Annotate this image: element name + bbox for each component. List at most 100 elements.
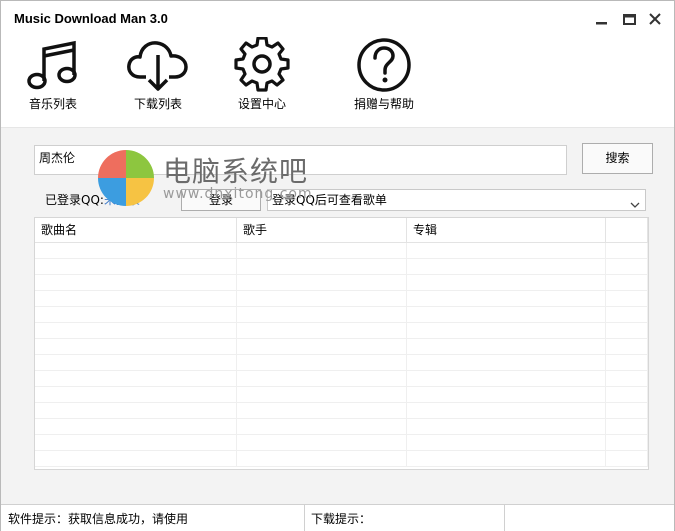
table-cell	[237, 291, 407, 306]
toolbar-download-list[interactable]: 下载列表	[124, 37, 192, 112]
table-cell	[35, 355, 237, 370]
gear-icon	[234, 37, 290, 92]
table-cell	[407, 387, 606, 402]
table-cell	[35, 419, 237, 434]
table-cell	[407, 451, 606, 466]
column-header-song[interactable]: 歌曲名	[35, 218, 237, 242]
table-row	[35, 307, 648, 323]
song-table: 歌曲名 歌手 专辑	[34, 217, 649, 470]
table-cell	[407, 355, 606, 370]
table-cell	[407, 323, 606, 338]
table-cell	[35, 371, 237, 386]
table-cell	[237, 355, 407, 370]
table-cell	[606, 403, 648, 418]
column-header-extra	[606, 218, 648, 242]
toolbar-music-list[interactable]: 音乐列表	[23, 37, 83, 112]
table-cell	[606, 451, 648, 466]
download-tip: 下载提示：	[311, 512, 372, 526]
table-cell	[606, 259, 648, 274]
table-cell	[35, 451, 237, 466]
table-cell	[407, 371, 606, 386]
column-header-singer[interactable]: 歌手	[237, 218, 407, 242]
table-row	[35, 435, 648, 451]
table-cell	[35, 435, 237, 450]
table-row	[35, 371, 648, 387]
help-icon	[357, 38, 411, 92]
table-cell	[35, 387, 237, 402]
table-cell	[606, 291, 648, 306]
music-note-icon	[27, 40, 77, 90]
qq-login-status: 未登录	[104, 193, 141, 207]
status-divider	[504, 505, 505, 531]
app-window: Music Download Man 3.0 音乐列表 下载列表 设置中心 捐赠…	[0, 0, 675, 531]
table-cell	[237, 403, 407, 418]
minimize-icon[interactable]	[592, 9, 612, 29]
table-cell	[35, 243, 237, 258]
watermark-title: 电脑系统吧	[163, 155, 309, 188]
table-cell	[35, 307, 237, 322]
table-cell	[606, 323, 648, 338]
table-cell	[35, 339, 237, 354]
status-divider	[304, 505, 305, 531]
table-cell	[35, 323, 237, 338]
table-cell	[407, 291, 606, 306]
table-cell	[237, 419, 407, 434]
toolbar-label: 捐赠与帮助	[353, 97, 414, 111]
qq-login-label: 已登录QQ:	[45, 193, 104, 207]
table-cell	[35, 275, 237, 290]
toolbar-label: 设置中心	[237, 97, 286, 111]
table-cell	[407, 339, 606, 354]
table-row	[35, 403, 648, 419]
table-cell	[606, 307, 648, 322]
table-row	[35, 243, 648, 259]
table-row	[35, 355, 648, 371]
maximize-icon[interactable]	[619, 9, 639, 29]
table-row	[35, 387, 648, 403]
table-row	[35, 291, 648, 307]
close-icon[interactable]	[645, 9, 665, 29]
cloud-download-icon	[127, 41, 188, 91]
search-button[interactable]: 搜索	[582, 143, 653, 174]
table-cell	[407, 419, 606, 434]
table-cell	[606, 387, 648, 402]
table-cell	[35, 403, 237, 418]
table-cell	[606, 371, 648, 386]
window-title: Music Download Man 3.0	[14, 11, 168, 26]
table-cell	[237, 307, 407, 322]
table-cell	[35, 259, 237, 274]
table-cell	[407, 307, 606, 322]
software-tip: 软件提示：获取信息成功，请使用	[8, 512, 189, 526]
table-cell	[606, 275, 648, 290]
status-bar: 软件提示：获取信息成功，请使用 下载提示：	[1, 504, 674, 531]
table-row	[35, 451, 648, 467]
table-cell	[237, 275, 407, 290]
table-cell	[237, 259, 407, 274]
watermark-url: www.dnxitong.com	[163, 186, 313, 202]
table-row	[35, 323, 648, 339]
table-cell	[407, 275, 606, 290]
table-row	[35, 275, 648, 291]
table-cell	[606, 435, 648, 450]
table-header: 歌曲名 歌手 专辑	[35, 218, 648, 243]
table-cell	[407, 403, 606, 418]
table-cell	[237, 323, 407, 338]
main-toolbar: 音乐列表 下载列表 设置中心 捐赠与帮助	[1, 37, 674, 127]
toolbar-donate-help[interactable]: 捐赠与帮助	[351, 37, 417, 112]
toolbar-label: 音乐列表	[28, 97, 77, 111]
toolbar-settings[interactable]: 设置中心	[229, 37, 295, 112]
main-content: 周杰伦 搜索 已登录QQ: 未登录 登录 登录QQ后可查看歌单 歌曲名 歌手 专…	[1, 128, 674, 504]
title-bar: Music Download Man 3.0	[1, 1, 674, 37]
table-cell	[606, 355, 648, 370]
table-cell	[407, 259, 606, 274]
table-cell	[606, 339, 648, 354]
table-cell	[407, 243, 606, 258]
table-cell	[35, 291, 237, 306]
column-header-album[interactable]: 专辑	[407, 218, 606, 242]
chevron-down-icon	[630, 195, 640, 215]
playlist-select[interactable]: 登录QQ后可查看歌单	[267, 189, 646, 211]
table-cell	[606, 419, 648, 434]
table-cell	[237, 339, 407, 354]
table-cell	[606, 243, 648, 258]
table-cell	[237, 451, 407, 466]
table-cell	[237, 371, 407, 386]
